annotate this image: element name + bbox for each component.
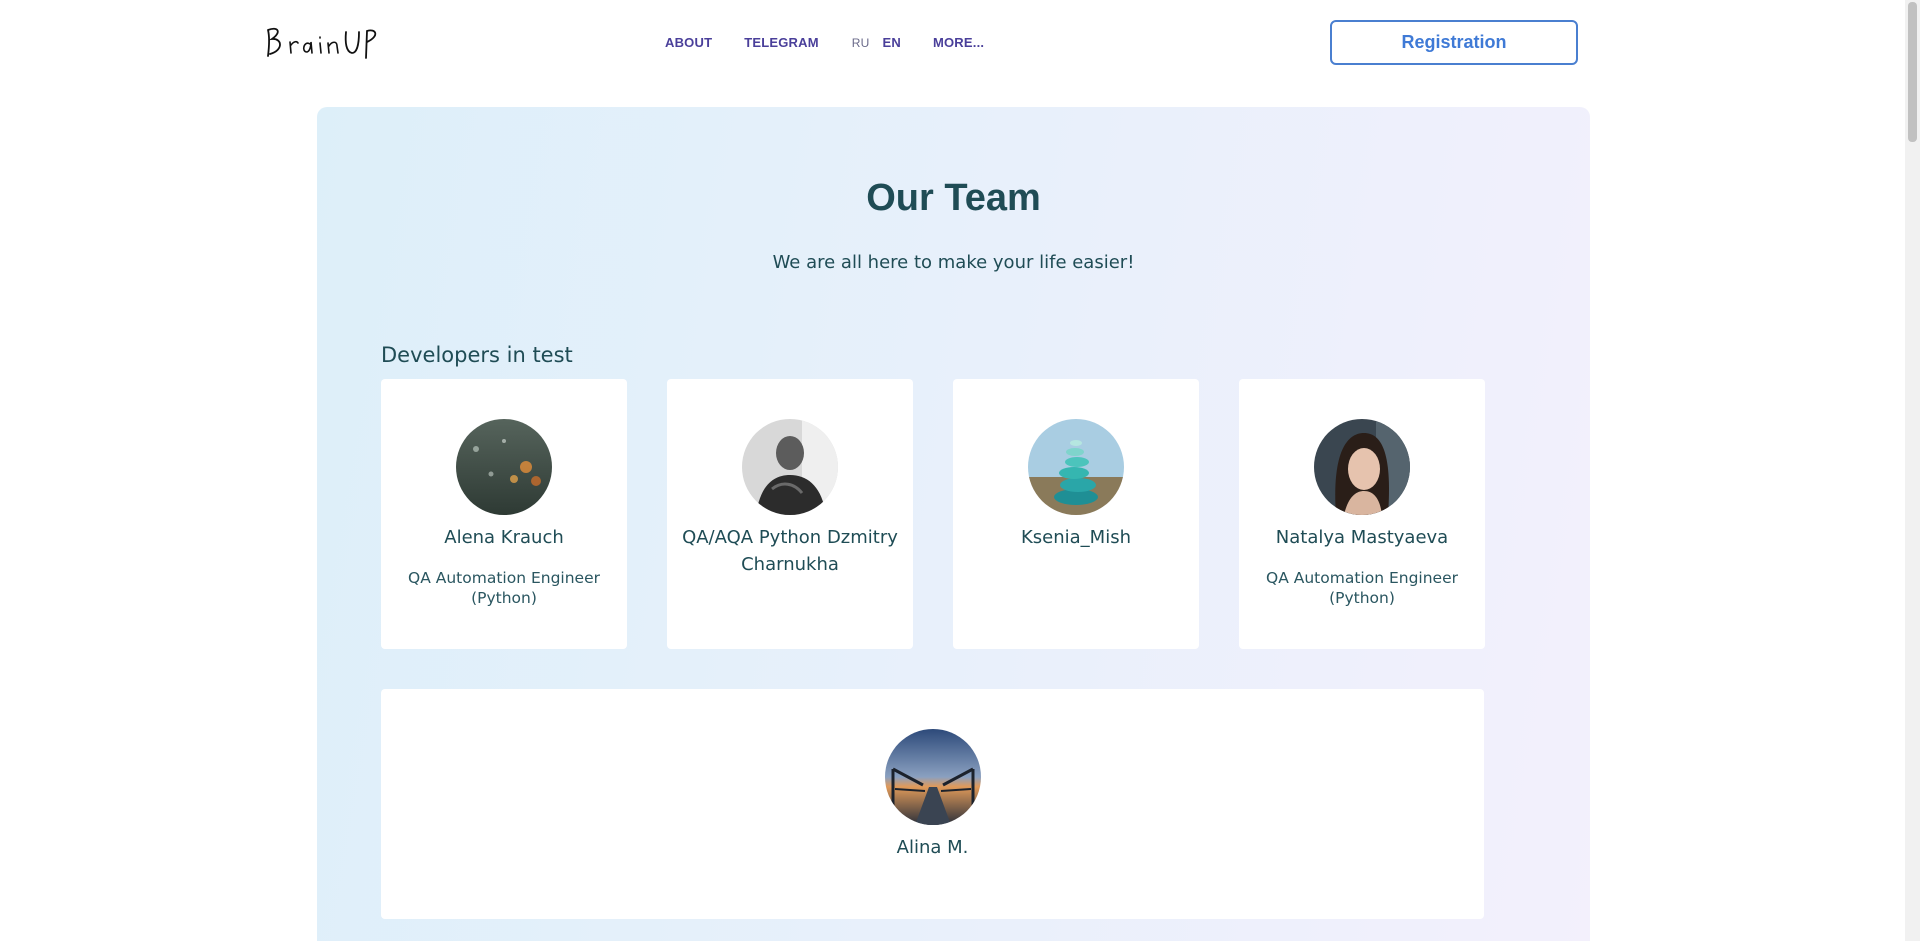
scrollbar-thumb[interactable]	[1908, 2, 1917, 142]
avatar	[742, 419, 838, 515]
avatar	[884, 729, 981, 825]
brainup-logo[interactable]	[264, 22, 382, 64]
member-name: Ksenia_Mish	[1020, 527, 1131, 548]
nav-more-link[interactable]: MORE...	[933, 35, 984, 50]
nav-telegram-link[interactable]: TELEGRAM	[744, 35, 819, 50]
registration-button[interactable]: Registration	[1330, 20, 1578, 65]
main-nav: ABOUT TELEGRAM RU EN MORE...	[665, 35, 984, 50]
team-member-card: QA/AQA Python Dzmitry Charnukha	[667, 379, 913, 649]
team-member-card: Alina M.	[381, 689, 1484, 919]
site-header: ABOUT TELEGRAM RU EN MORE... Registratio…	[0, 0, 1905, 88]
avatar	[1314, 419, 1410, 515]
nav-about-link[interactable]: ABOUT	[665, 35, 712, 50]
lang-en-link[interactable]: EN	[883, 35, 901, 50]
team-member-card: Alena Krauch QA Automation Engineer (Pyt…	[381, 379, 627, 649]
page-subtitle: We are all here to make your life easier…	[772, 252, 1135, 273]
member-name: Natalya Mastyaeva	[1275, 527, 1449, 548]
team-member-card: Natalya Mastyaeva QA Automation Engineer…	[1239, 379, 1485, 649]
lang-ru-link[interactable]: RU	[852, 36, 870, 50]
member-name: QA/AQA Python Dzmitry Charnukha	[682, 527, 898, 575]
group-title: Developers in test	[381, 343, 573, 367]
member-role: QA Automation Engineer (Python)	[1266, 569, 1458, 607]
avatar	[1028, 419, 1124, 515]
page-title: Our Team	[866, 177, 1041, 219]
page-scrollbar[interactable]	[1905, 0, 1920, 941]
member-name: Alina M.	[896, 837, 969, 858]
page: ABOUT TELEGRAM RU EN MORE... Registratio…	[0, 0, 1905, 941]
team-member-card: Ksenia_Mish	[953, 379, 1199, 649]
member-role: QA Automation Engineer (Python)	[408, 569, 600, 607]
team-section: Our Team We are all here to make your li…	[317, 107, 1590, 941]
avatar	[456, 419, 552, 515]
member-name: Alena Krauch	[444, 527, 564, 548]
